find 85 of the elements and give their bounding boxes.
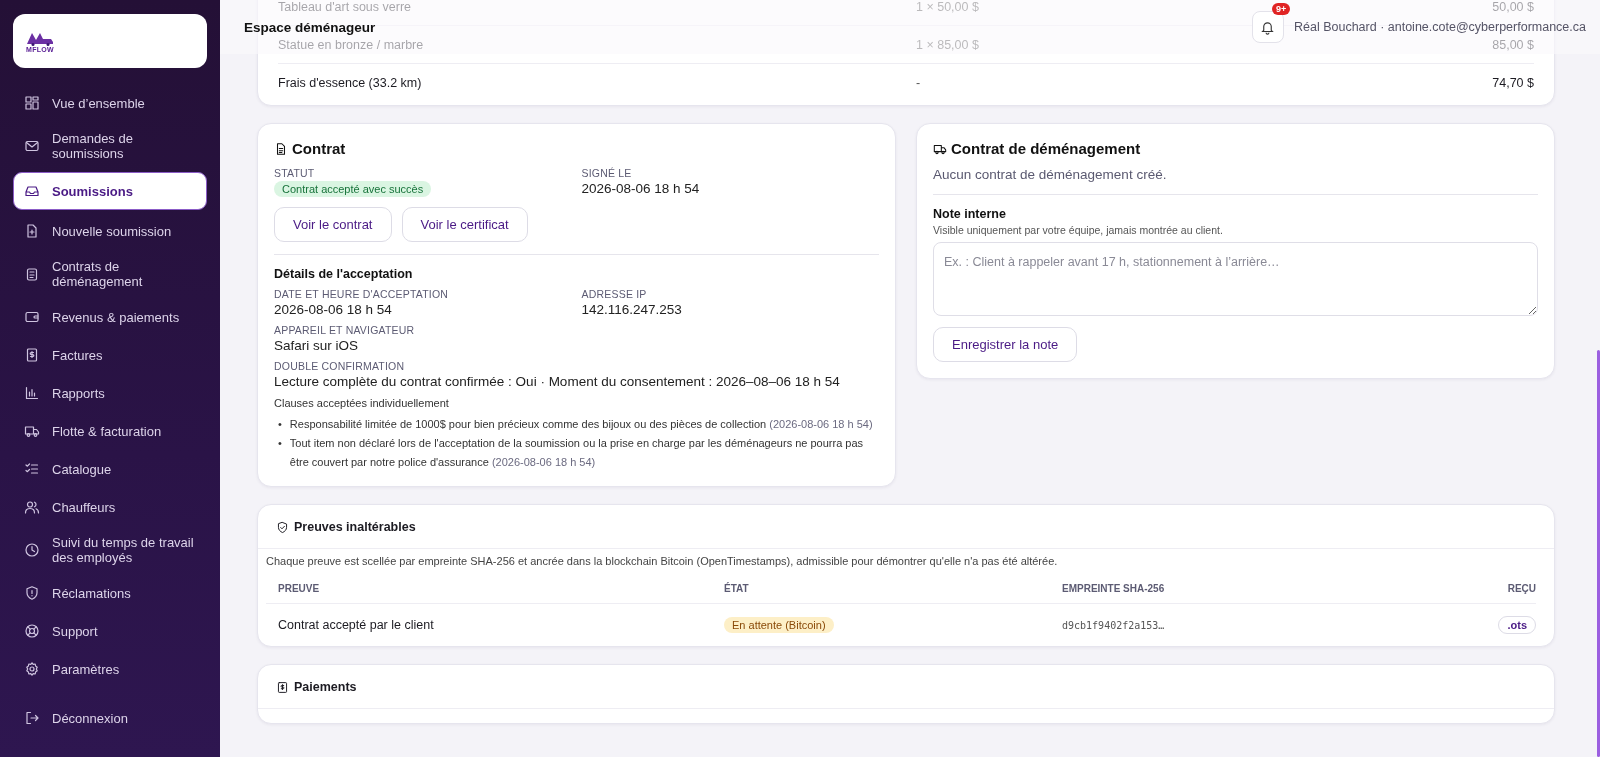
sidebar-item[interactable]: Chauffeurs bbox=[13, 488, 207, 526]
mail-icon bbox=[24, 138, 40, 154]
document-icon bbox=[274, 141, 288, 156]
sidebar-item[interactable]: Catalogue bbox=[13, 450, 207, 488]
note-field[interactable]: Ex. : Client à rappeler avant 17 h, stationnement à l’arrière… bbox=[933, 242, 1538, 316]
sidebar-item[interactable]: Suivi du temps de travail des employés bbox=[13, 526, 207, 574]
table-cell: 1 × 85,00 $ bbox=[916, 37, 979, 52]
page-title: Espace déménageur bbox=[244, 19, 376, 35]
sidebar-item[interactable]: Rapports bbox=[13, 374, 207, 412]
table-cell: Frais d'essence (33.2 km) bbox=[278, 75, 422, 90]
logout-icon bbox=[24, 710, 40, 726]
wallet-icon bbox=[24, 309, 40, 325]
clause-text: Responsabilité limitée de 1000$ pour bien précieux comme des bijoux ou des pièces de collection (2026-08-06 18 h 54) bbox=[289, 417, 873, 432]
bullet-mark: • bbox=[278, 436, 282, 451]
table-cell: 74,70 $ bbox=[1492, 75, 1534, 90]
sidebar-item[interactable]: Vue d’ensemble bbox=[13, 84, 207, 122]
lifebuoy-icon bbox=[24, 623, 40, 639]
bar-chart-icon bbox=[24, 385, 40, 401]
field-value: 2026-08-06 18 h 54 bbox=[581, 181, 700, 196]
table-cell: 85,00 $ bbox=[1492, 37, 1534, 52]
column-header: PREUVE bbox=[278, 582, 321, 594]
field-label: STATUT bbox=[274, 167, 315, 179]
column-header: ÉTAT bbox=[724, 582, 750, 594]
sidebar-item[interactable]: Flotte & facturation bbox=[13, 412, 207, 450]
table-cell: Statue en bronze / marbre bbox=[278, 37, 424, 52]
clipboard-icon bbox=[24, 266, 40, 282]
field-value: Lecture complète du contrat confirmée : Oui · Moment du consentement : 2026–08–06 18 h 54 bbox=[274, 374, 840, 389]
card-title: Paiements bbox=[294, 680, 357, 694]
section-title: Détails de l'acceptation bbox=[274, 267, 414, 281]
field-value: 2026-08-06 18 h 54 bbox=[274, 302, 392, 317]
table-cell-text: Contrat accepté par le client bbox=[278, 618, 435, 632]
column-header: EMPREINTE SHA-256 bbox=[1062, 582, 1166, 594]
table-cell: Tableau d'art sous verre bbox=[278, 0, 411, 14]
outline-button[interactable]: Voir le certificat bbox=[401, 207, 528, 242]
dollar-document-icon bbox=[276, 680, 289, 694]
sidebar-item[interactable]: Contrats de déménagement bbox=[13, 250, 207, 298]
outline-button[interactable]: Voir le contrat bbox=[274, 207, 392, 242]
field-label: ADRESSE IP bbox=[581, 288, 647, 300]
card-title: Preuves inaltérables bbox=[294, 520, 416, 534]
field-value: Safari sur iOS bbox=[274, 338, 359, 353]
checklist-icon bbox=[24, 461, 40, 477]
sidebar-item[interactable]: Demandes de soumissions bbox=[13, 122, 207, 170]
settings-icon bbox=[24, 661, 40, 677]
sidebar-item[interactable]: Paramètres bbox=[13, 650, 207, 688]
section-title: Note interne bbox=[933, 207, 1007, 221]
shield-icon bbox=[24, 585, 40, 601]
column-header: REÇU bbox=[1506, 582, 1536, 594]
sidebar-item[interactable]: Revenus & paiements bbox=[13, 298, 207, 336]
table-cell: 50,00 $ bbox=[1492, 0, 1534, 14]
sidebar-item[interactable]: Soumissions bbox=[13, 172, 207, 210]
users-icon bbox=[24, 499, 40, 515]
empty-message: Aucun contrat de déménagement créé. bbox=[933, 167, 1168, 182]
logout-link[interactable]: Déconnexion bbox=[13, 699, 207, 737]
field-label: SIGNÉ LE bbox=[581, 167, 632, 179]
file-plus-icon bbox=[24, 223, 40, 239]
description-text: Chaque preuve est scellée par empreinte SHA-256 et ancrée dans la blockchain Bitcoin (OpenTimestamps), admissible pour démontrer qu'elle n'a pas été altérée. bbox=[265, 554, 1059, 567]
table-cell-text: d9cb1f9402f2a153… bbox=[1062, 619, 1166, 631]
sidebar-item[interactable]: Support bbox=[13, 612, 207, 650]
sidebar-item[interactable]: Factures bbox=[13, 336, 207, 374]
truck-icon bbox=[24, 423, 40, 439]
shield-check-icon bbox=[276, 520, 289, 534]
field-value: 142.116.247.253 bbox=[581, 302, 682, 317]
table-cell: 1 × 50,00 $ bbox=[916, 0, 979, 14]
field-label: DATE ET HEURE D'ACCEPTATION bbox=[274, 288, 449, 300]
dollar-document-icon bbox=[24, 347, 40, 363]
user-info: Réal Bouchard · antoine.cote@cyberperformance.ca bbox=[1294, 20, 1586, 34]
clause-text: Tout item non déclaré lors de l'acceptation de la soumission ou la prise en charge par les déménageurs ne pourra pas être couvert par notre police d'assurance (2026-08-06 18 h 54) bbox=[289, 436, 865, 470]
sidebar-item[interactable]: Nouvelle soumission bbox=[13, 212, 207, 250]
save-note-button[interactable]: Enregistrer la note bbox=[933, 327, 1078, 362]
card-title: Contrat bbox=[292, 140, 346, 157]
field-label: APPAREIL ET NAVIGATEUR bbox=[274, 324, 415, 336]
clauses-label: Clauses acceptées individuellement bbox=[274, 397, 450, 409]
clock-icon bbox=[24, 542, 40, 558]
scrollbar-thumb[interactable] bbox=[1597, 350, 1600, 757]
table-cell: - bbox=[916, 75, 921, 90]
card-title: Contrat de déménagement bbox=[951, 140, 1141, 157]
grid-icon bbox=[24, 95, 40, 111]
bell-icon bbox=[1260, 19, 1276, 35]
sidebar-item[interactable]: Réclamations bbox=[13, 574, 207, 612]
status-badge: Contrat accepté avec succès bbox=[274, 181, 432, 197]
status-badge: En attente (Bitcoin) bbox=[724, 617, 834, 633]
bullet-mark: • bbox=[278, 417, 282, 432]
hint-text: Visible uniquement par votre équipe, jamais montrée au client. bbox=[933, 224, 1224, 236]
inbox-icon bbox=[24, 183, 40, 199]
field-label: DOUBLE CONFIRMATION bbox=[274, 360, 405, 372]
